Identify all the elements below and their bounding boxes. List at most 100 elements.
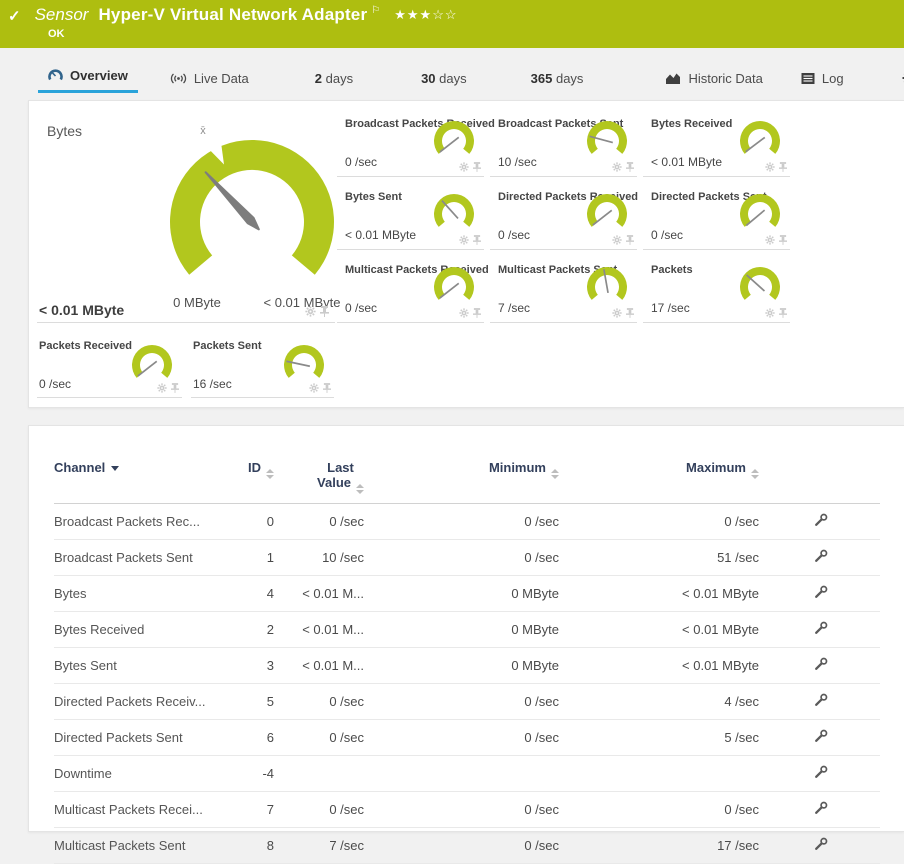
gauge-pin-icon[interactable] — [626, 235, 634, 245]
channel-settings-wrench-icon[interactable] — [814, 801, 828, 815]
gauge-settings-gear-icon[interactable] — [309, 383, 319, 393]
channel-name[interactable]: Directed Packets Receiv... — [54, 684, 219, 720]
channel-maximum: 0 /sec — [559, 792, 759, 828]
mini-gauge-value: 0 /sec — [651, 228, 683, 242]
gauge-settings-gear-icon[interactable] — [765, 235, 775, 245]
table-row: Broadcast Packets Sent 1 10 /sec 0 /sec … — [54, 540, 880, 576]
mini-gauge-title: Bytes Received — [651, 118, 732, 130]
gauge-settings-gear-icon[interactable] — [459, 162, 469, 172]
gauge-title: Bytes — [47, 123, 82, 139]
channel-settings-wrench-icon[interactable] — [814, 729, 828, 743]
priority-stars[interactable]: ★★★☆☆ — [394, 7, 457, 23]
channel-settings-wrench-icon[interactable] — [814, 621, 828, 635]
channel-last-value: 0 /sec — [274, 720, 364, 756]
gauge-pin-icon[interactable] — [779, 308, 787, 318]
mini-gauge-value: 0 /sec — [39, 377, 71, 391]
channel-id: 7 — [219, 792, 274, 828]
mini-gauge-value: < 0.01 MByte — [345, 228, 416, 242]
gauge-settings-gear-icon[interactable] — [305, 306, 316, 317]
channel-name[interactable]: Bytes Sent — [54, 648, 219, 684]
gauge-pin-icon[interactable] — [320, 306, 329, 317]
channel-settings-wrench-icon[interactable] — [814, 513, 828, 527]
table-row: Multicast Packets Recei... 7 0 /sec 0 /s… — [54, 792, 880, 828]
column-header-id[interactable]: ID — [219, 460, 274, 504]
mini-gauge-title: Packets Received — [39, 340, 132, 352]
table-row: Downtime -4 — [54, 756, 880, 792]
tab-live-data[interactable]: Live Data — [160, 63, 259, 93]
channel-settings-wrench-icon[interactable] — [814, 585, 828, 599]
sort-icon — [266, 469, 274, 479]
channel-name[interactable]: Multicast Packets Sent — [54, 828, 219, 864]
mini-gauge-value: 10 /sec — [498, 155, 537, 169]
gauge-pin-icon[interactable] — [473, 235, 481, 245]
channel-maximum: < 0.01 MByte — [559, 648, 759, 684]
mini-gauge-title: Packets Sent — [193, 340, 261, 352]
mini-gauge — [128, 343, 176, 383]
gauge-pin-icon[interactable] — [323, 383, 331, 393]
flag-icon[interactable]: ⚐ — [371, 5, 380, 16]
channel-minimum: 0 MByte — [364, 612, 559, 648]
column-header-minimum[interactable]: Minimum — [364, 460, 559, 504]
tab-2-days[interactable]: 2 days — [305, 63, 363, 93]
gauge-pin-icon[interactable] — [473, 162, 481, 172]
tab-overview[interactable]: Overview — [38, 63, 138, 93]
gauge-cell-packets: Packets 17 /sec — [643, 257, 790, 323]
gauge-settings-gear-icon[interactable] — [612, 235, 622, 245]
gauge-settings-gear-icon[interactable] — [612, 308, 622, 318]
bytes-gauge — [152, 127, 352, 317]
channel-name[interactable]: Broadcast Packets Rec... — [54, 504, 219, 540]
mini-gauge-title: Packets — [651, 264, 693, 276]
tab-settings[interactable]: Settings — [892, 63, 904, 93]
tab-bar: Overview Live Data 2 days 30 days 365 da… — [38, 62, 904, 94]
channel-maximum: 51 /sec — [559, 540, 759, 576]
sort-icon — [356, 484, 364, 494]
gauge-pin-icon[interactable] — [473, 308, 481, 318]
gauge-settings-gear-icon[interactable] — [765, 162, 775, 172]
channel-name[interactable]: Broadcast Packets Sent — [54, 540, 219, 576]
table-header-row: Channel ID LastValue Minimum Maximum — [54, 460, 880, 504]
channel-minimum: 0 /sec — [364, 504, 559, 540]
gauge-cell-broadcast-packets-received: Broadcast Packets Received 0 /sec — [337, 111, 484, 177]
gauge-needle — [203, 170, 262, 233]
channel-maximum: 0 /sec — [559, 504, 759, 540]
gauge-scale-min: 0 MByte — [147, 295, 247, 310]
gauge-settings-gear-icon[interactable] — [459, 235, 469, 245]
column-header-channel[interactable]: Channel — [54, 460, 219, 504]
channel-name[interactable]: Directed Packets Sent — [54, 720, 219, 756]
channel-name[interactable]: Bytes — [54, 576, 219, 612]
tab-historic-data[interactable]: Historic Data — [655, 63, 772, 93]
channel-settings-wrench-icon[interactable] — [814, 549, 828, 563]
gauge-value: < 0.01 MByte — [39, 302, 124, 318]
channel-name[interactable]: Multicast Packets Recei... — [54, 792, 219, 828]
gauge-pin-icon[interactable] — [171, 383, 179, 393]
channel-settings-wrench-icon[interactable] — [814, 765, 828, 779]
gauge-cell-multicast-packets-received: Multicast Packets Received 0 /sec — [337, 257, 484, 323]
gauge-settings-gear-icon[interactable] — [459, 308, 469, 318]
gauge-settings-gear-icon[interactable] — [612, 162, 622, 172]
gauge-settings-gear-icon[interactable] — [157, 383, 167, 393]
gauge-pin-icon[interactable] — [779, 235, 787, 245]
mini-gauge — [583, 119, 631, 159]
mini-gauge — [736, 265, 784, 305]
column-header-maximum[interactable]: Maximum — [559, 460, 759, 504]
channel-minimum: 0 MByte — [364, 576, 559, 612]
channel-settings-wrench-icon[interactable] — [814, 693, 828, 707]
column-header-last-value[interactable]: LastValue — [274, 460, 364, 504]
channel-settings-wrench-icon[interactable] — [814, 657, 828, 671]
channel-id: 3 — [219, 648, 274, 684]
gauge-pin-icon[interactable] — [626, 162, 634, 172]
channel-name[interactable]: Bytes Received — [54, 612, 219, 648]
gauge-cell-bytes-received: Bytes Received < 0.01 MByte — [643, 111, 790, 177]
tab-365-days[interactable]: 365 days — [521, 63, 594, 93]
tab-30-days[interactable]: 30 days — [411, 63, 477, 93]
mini-gauge-value: 17 /sec — [651, 301, 690, 315]
gauge-settings-gear-icon[interactable] — [765, 308, 775, 318]
channel-settings-wrench-icon[interactable] — [814, 837, 828, 851]
channel-id: 8 — [219, 828, 274, 864]
mini-gauge — [583, 265, 631, 305]
table-row: Bytes Received 2 < 0.01 M... 0 MByte < 0… — [54, 612, 880, 648]
gauge-pin-icon[interactable] — [779, 162, 787, 172]
tab-log[interactable]: Log — [791, 63, 854, 93]
gauge-pin-icon[interactable] — [626, 308, 634, 318]
channel-name[interactable]: Downtime — [54, 756, 219, 792]
